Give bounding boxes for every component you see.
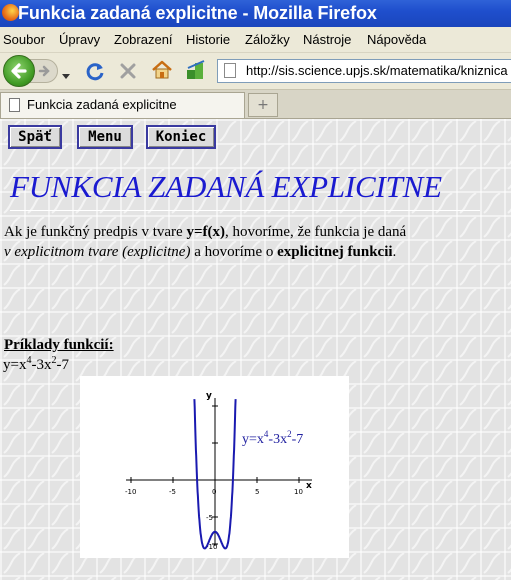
intro-bold-formula: y=f(x) [186,224,225,240]
new-tab-button[interactable]: + [248,93,278,117]
intro-line-2: v explicitnom tvare (explicitne) a hovor… [4,244,396,261]
y-tick-label: -5 [206,514,213,522]
x-tick-label: 0 [212,488,216,496]
url-text[interactable]: http://sis.science.upjs.sk/matematika/kn… [246,63,508,78]
menu-soubor[interactable]: Soubor [3,32,45,47]
tab-label: Funkcia zadaná explicitne [27,97,177,112]
intro-text: , hovoríme, že funkcia je daná [225,224,407,240]
end-page-button[interactable]: Koniec [146,125,216,149]
intro-text: Ak je funkčný predpis v tvare [4,224,187,240]
formula-part: y=x [3,357,27,373]
page-content: Späť Menu Koniec FUNKCIA ZADANÁ EXPLICIT… [0,119,511,580]
x-tick-label: 10 [294,488,303,496]
x-tick-label: -5 [169,488,176,496]
firefox-icon [2,4,19,21]
x-tick-label: 5 [255,488,259,496]
plus-icon: + [257,97,269,113]
menu-bar: Soubor Úpravy Zobrazení Historie Záložky… [0,27,511,53]
history-dropdown-icon[interactable] [61,66,71,79]
page-icon [224,63,236,78]
menu-upravy[interactable]: Úpravy [59,32,100,47]
window-title: Funkcia zadaná explicitne - Mozilla Fire… [18,3,377,23]
menu-zobrazeni[interactable]: Zobrazení [114,32,173,47]
formula-part: -3x [31,357,52,373]
x-tick-label: -10 [125,488,136,496]
menu-nastroje[interactable]: Nástroje [303,32,351,47]
page-icon [9,98,20,112]
page-heading: FUNKCIA ZADANÁ EXPLICITNE [10,169,442,204]
menu-page-button[interactable]: Menu [77,125,133,149]
intro-text: a hovoríme o [190,244,278,260]
bookmarks-feed-icon[interactable] [184,58,210,82]
y-axis-label: y [206,391,212,401]
reload-icon[interactable] [84,60,106,82]
intro-italic: v explicitnom tvare (explicitne) [4,244,191,260]
address-bar[interactable]: http://sis.science.upjs.sk/matematika/kn… [217,59,511,83]
stop-icon[interactable] [117,60,139,82]
intro-bold-term: explicitnej funkcii [277,244,393,260]
tab-strip: Funkcia zadaná explicitne + [0,90,511,119]
menu-historie[interactable]: Historie [186,32,230,47]
back-arrow-icon [11,63,27,79]
back-page-button[interactable]: Späť [8,125,62,149]
menu-napoveda[interactable]: Nápověda [367,32,426,47]
menu-zalozky[interactable]: Záložky [245,32,290,47]
navigation-toolbar: http://sis.science.upjs.sk/matematika/kn… [0,53,511,90]
back-button[interactable] [3,55,35,87]
example-formula: y=x4-3x2-7 [3,356,69,374]
intro-text: . [392,244,397,260]
home-icon[interactable] [150,59,174,81]
formula-part: -7 [56,357,69,373]
graph-function-label: y=x4-3x2-7 [242,429,303,447]
graph-svg: -10 -5 0 5 10 x y -5 -10 y=x4-3x2-7 [125,391,312,551]
intro-line-1: Ak je funkčný predpis v tvare y=f(x), ho… [4,224,406,241]
tab-active[interactable]: Funkcia zadaná explicitne [0,92,245,118]
function-graph: -10 -5 0 5 10 x y -5 -10 y=x4-3x2-7 [80,376,349,558]
x-axis-label: x [306,481,312,491]
heading-underline [10,210,480,211]
window-title-bar: Funkcia zadaná explicitne - Mozilla Fire… [0,0,511,27]
examples-title: Príklady funkcií: [4,337,114,353]
